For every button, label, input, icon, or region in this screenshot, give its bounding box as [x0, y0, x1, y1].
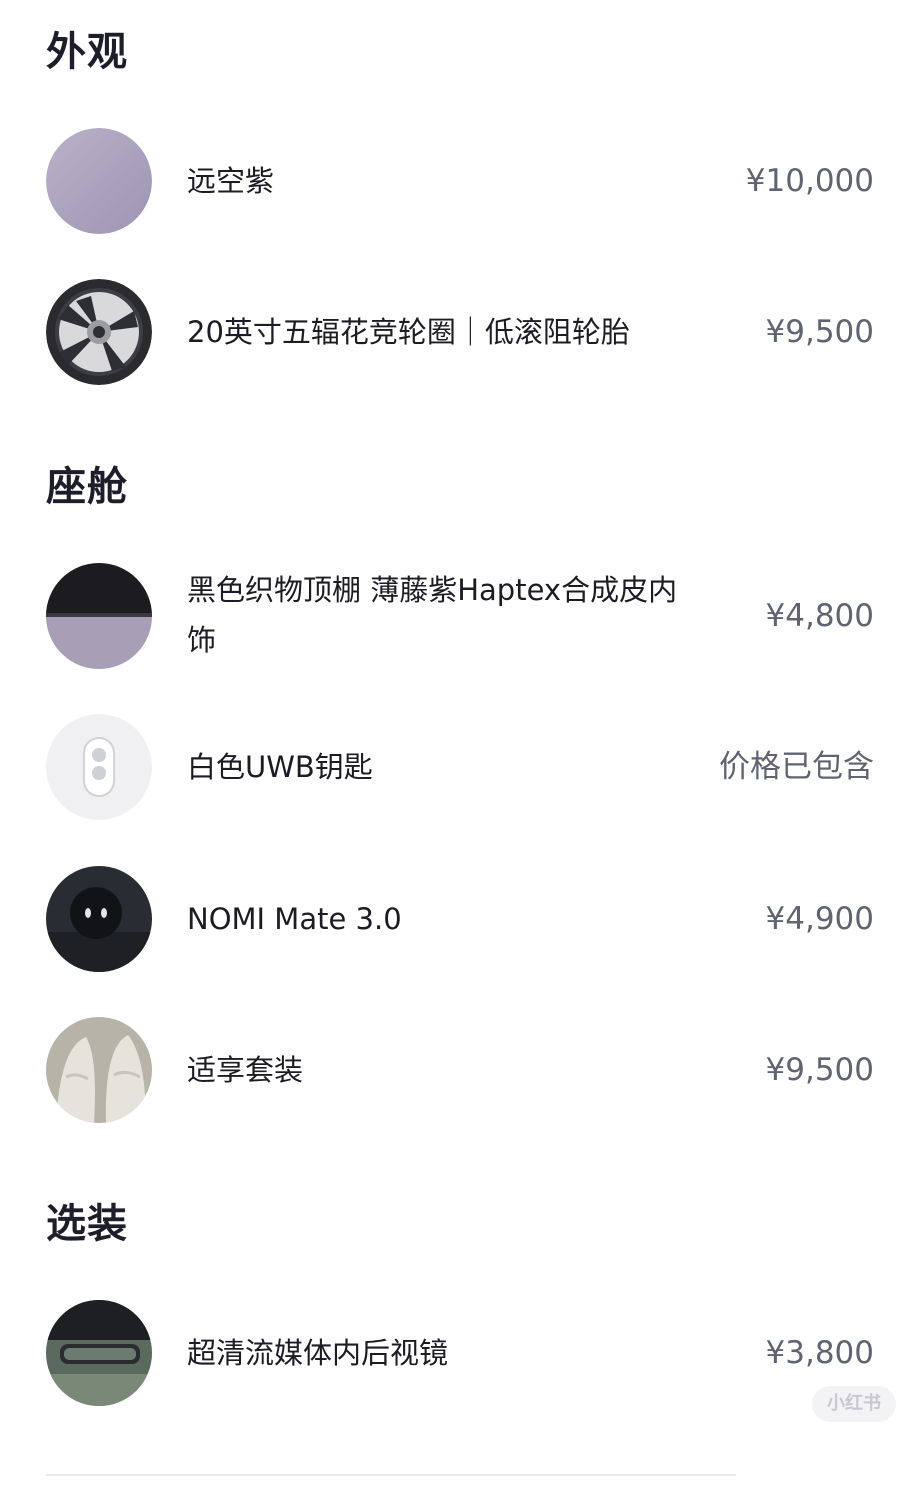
item-name: 白色UWB钥匙 [187, 750, 373, 784]
item-price: ¥3,800 [765, 1335, 874, 1371]
item-price: 价格已包含 [719, 749, 874, 785]
list-item-comfort-package[interactable]: 适享套装 ¥9,500 [0, 1017, 921, 1127]
item-name: 黑色织物顶棚 薄藤紫Haptex合成皮内饰 [187, 573, 678, 657]
rearview-mirror-icon [46, 1300, 152, 1406]
item-name: 超清流媒体内后视镜 [187, 1336, 449, 1370]
purple-paint-swatch-icon [46, 128, 152, 234]
item-price: ¥9,500 [765, 1052, 874, 1088]
wheel-rim-icon [46, 279, 152, 385]
list-item-nomi[interactable]: NOMI Mate 3.0 ¥4,900 [0, 866, 921, 976]
list-item-interior[interactable]: 黑色织物顶棚 薄藤紫Haptex合成皮内饰 ¥4,800 [0, 563, 921, 673]
item-name: NOMI Mate 3.0 [187, 902, 402, 936]
list-item-paint[interactable]: 远空紫 ¥10,000 [0, 128, 921, 238]
interior-swatch-icon [46, 563, 152, 669]
section-title-options: 选装 [46, 1201, 128, 1247]
watermark: 小红书 [812, 1386, 896, 1422]
nomi-robot-icon [46, 866, 152, 972]
item-name: 远空紫 [187, 164, 275, 198]
item-price: ¥4,900 [765, 901, 874, 937]
comfort-seats-icon [46, 1017, 152, 1123]
list-item-rearview-mirror[interactable]: 超清流媒体内后视镜 ¥3,800 [0, 1300, 921, 1410]
list-item-uwb-key[interactable]: 白色UWB钥匙 价格已包含 [0, 714, 921, 824]
uwb-key-icon [46, 714, 152, 820]
item-price: ¥9,500 [765, 314, 874, 350]
section-title-exterior: 外观 [46, 29, 128, 75]
item-price: ¥10,000 [745, 163, 874, 199]
item-price: ¥4,800 [765, 598, 874, 634]
list-item-wheel[interactable]: 20英寸五辐花竞轮圈｜低滚阻轮胎 ¥9,500 [0, 279, 921, 389]
divider [46, 1474, 736, 1476]
section-title-cabin: 座舱 [46, 464, 128, 510]
item-name: 20英寸五辐花竞轮圈｜低滚阻轮胎 [187, 315, 630, 349]
item-name: 适享套装 [187, 1053, 304, 1087]
